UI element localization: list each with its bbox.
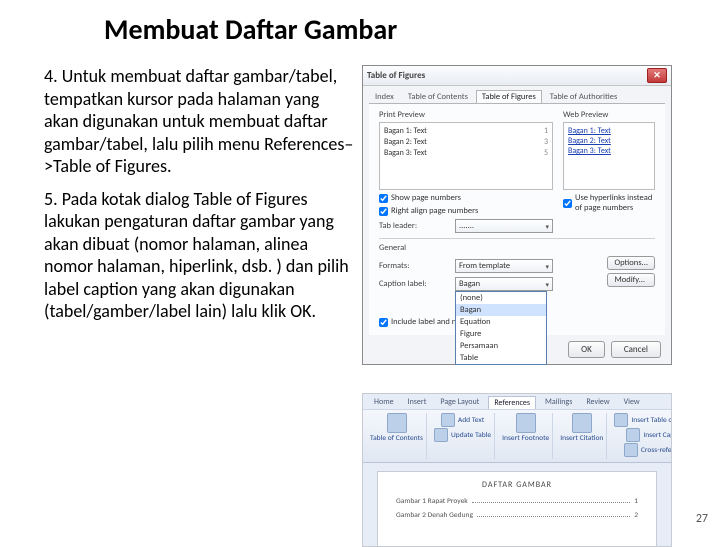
modify-button[interactable]: Modify...	[607, 273, 655, 287]
caption-option[interactable]: Bagan	[456, 304, 546, 316]
formats-dropdown[interactable]: From template▾	[455, 259, 553, 273]
slide-number: 27	[696, 512, 708, 526]
tab-leader-label: Tab leader:	[379, 221, 449, 231]
ribbon-tab-references[interactable]: References	[488, 396, 536, 409]
ribbon-tab[interactable]: Review	[581, 396, 614, 409]
ribbon-tab[interactable]: Home	[369, 396, 399, 409]
step-5: 5. Pada kotak dialog Table of Figures la…	[44, 188, 354, 323]
web-preview-label: Web Preview	[563, 110, 655, 120]
add-text-icon[interactable]	[441, 413, 455, 427]
word-screenshot: Home Insert Page Layout References Maili…	[362, 393, 672, 547]
close-icon[interactable]: ✕	[647, 68, 667, 83]
caption-icon[interactable]	[626, 428, 640, 442]
caption-option[interactable]: (none)	[456, 292, 546, 304]
web-preview: Bagan 1: Text Bagan 2: Text Bagan 3: Tex…	[563, 122, 655, 190]
dialog-tabs: Index Table of Contents Table of Figures…	[363, 86, 671, 103]
chevron-down-icon: ▾	[545, 222, 549, 231]
ribbon: Table of Contents Add Text Update Table …	[363, 409, 671, 463]
tab-index[interactable]: Index	[369, 90, 400, 103]
caption-option[interactable]: Equation	[456, 316, 546, 328]
ribbon-tab[interactable]: Page Layout	[435, 396, 484, 409]
document-page: DAFTAR GAMBAR Gambar 1 Rapat Proyek1 Gam…	[377, 471, 657, 547]
citation-icon[interactable]	[572, 413, 592, 433]
update-table-icon[interactable]	[434, 428, 448, 442]
options-button[interactable]: Options...	[607, 256, 655, 270]
chk-right-align[interactable]: Right align page numbers	[379, 206, 553, 216]
caption-label-dropdown[interactable]: Bagan▾	[455, 277, 553, 291]
caption-option[interactable]: Table	[456, 352, 546, 364]
caption-label-label: Caption label:	[379, 279, 449, 289]
formats-label: Formats:	[379, 261, 449, 271]
ok-button[interactable]: OK	[568, 341, 605, 358]
chk-hyperlinks[interactable]: Use hyperlinks instead of page numbers	[563, 193, 655, 213]
footnote-icon[interactable]	[516, 413, 536, 433]
ribbon-tab[interactable]: Insert	[403, 396, 432, 409]
body-text: 4. Untuk membuat daftar gambar/tabel, te…	[44, 65, 354, 547]
tab-leader-dropdown[interactable]: .......▾	[455, 219, 553, 233]
chevron-down-icon: ▾	[545, 280, 549, 289]
print-preview-label: Print Preview	[379, 110, 553, 120]
ribbon-tabs: Home Insert Page Layout References Maili…	[363, 394, 671, 409]
doc-heading: DAFTAR GAMBAR	[396, 480, 638, 490]
tab-toa[interactable]: Table of Authorities	[544, 90, 624, 103]
tab-toc[interactable]: Table of Contents	[402, 90, 474, 103]
caption-option[interactable]: Persamaan	[456, 340, 546, 352]
cancel-button[interactable]: Cancel	[611, 341, 661, 358]
insert-tof-icon[interactable]	[614, 413, 628, 427]
ribbon-tab[interactable]: View	[619, 396, 645, 409]
print-preview: Bagan 1: Text1 Bagan 2: Text3 Bagan 3: T…	[379, 122, 553, 190]
dialog-title: Table of Figures	[367, 70, 425, 81]
general-label: General	[379, 243, 655, 253]
tab-tof[interactable]: Table of Figures	[476, 90, 542, 103]
crossref-icon[interactable]	[624, 443, 638, 457]
step-4: 4. Untuk membuat daftar gambar/tabel, te…	[44, 65, 354, 178]
caption-label-options[interactable]: (none) Bagan Equation Figure Persamaan T…	[455, 291, 547, 365]
slide-title: Membuat Daftar Gambar	[104, 12, 690, 47]
ribbon-tab[interactable]: Mailings	[540, 396, 577, 409]
chevron-down-icon: ▾	[545, 262, 549, 271]
table-of-figures-dialog: Table of Figures ✕ Index Table of Conten…	[362, 65, 672, 365]
chk-show-page-numbers[interactable]: Show page numbers	[379, 193, 553, 203]
toc-icon[interactable]	[387, 413, 407, 433]
caption-option[interactable]: Figure	[456, 328, 546, 340]
